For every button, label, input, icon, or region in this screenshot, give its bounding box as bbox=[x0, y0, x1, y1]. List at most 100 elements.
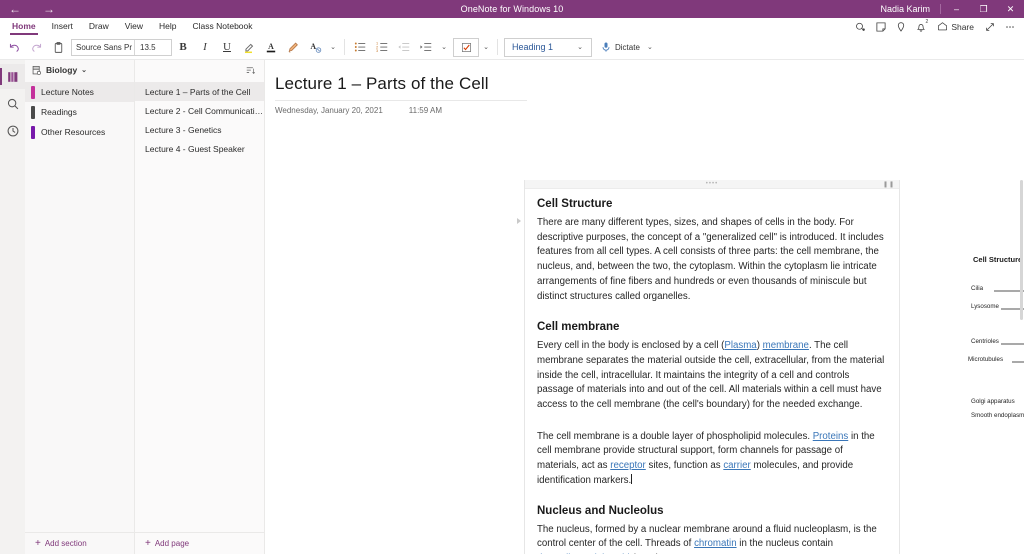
clipboard-icon[interactable] bbox=[47, 36, 69, 58]
decrease-indent-icon[interactable] bbox=[393, 36, 415, 58]
font-name-input[interactable]: Source Sans Pr bbox=[72, 43, 134, 52]
numbered-list-icon[interactable]: 123 bbox=[371, 36, 393, 58]
clear-formatting-icon[interactable]: A bbox=[304, 36, 326, 58]
notifications-bell-icon[interactable]: 2 bbox=[911, 18, 931, 35]
font-color-icon[interactable]: A bbox=[260, 36, 282, 58]
dictate-chevron-down-icon[interactable]: ⌄ bbox=[643, 43, 657, 51]
tab-insert[interactable]: Insert bbox=[44, 18, 81, 35]
sort-icon[interactable] bbox=[245, 65, 256, 76]
notebooks-icon[interactable] bbox=[0, 64, 25, 89]
diagram-label-cilia: Cilia bbox=[971, 285, 984, 292]
undo-icon[interactable] bbox=[3, 36, 25, 58]
title-bar: ← → OneNote for Windows 10 Nadia Karim –… bbox=[0, 0, 1024, 18]
onenote-window: ← → OneNote for Windows 10 Nadia Karim –… bbox=[0, 0, 1024, 554]
search-icon[interactable] bbox=[0, 91, 25, 116]
heading-cell-structure: Cell Structure bbox=[537, 198, 613, 210]
ribbon-divider-1 bbox=[344, 39, 345, 55]
page-item-lecture-4[interactable]: Lecture 4 - Guest Speaker bbox=[135, 139, 264, 158]
back-arrow-icon[interactable]: ← bbox=[4, 1, 26, 17]
dictate-button[interactable]: Dictate ⌄ bbox=[600, 40, 657, 54]
page-canvas[interactable]: Lecture 1 – Parts of the Cell Wednesday,… bbox=[265, 60, 1024, 554]
more-options-icon[interactable] bbox=[1000, 18, 1020, 35]
close-button[interactable]: ✕ bbox=[997, 0, 1024, 18]
format-painter-icon[interactable] bbox=[282, 36, 304, 58]
scrollbar-thumb[interactable] bbox=[1020, 180, 1023, 320]
tags-chevron-down-icon[interactable]: ⌄ bbox=[479, 36, 493, 58]
section-item-other-resources[interactable]: Other Resources bbox=[25, 122, 134, 142]
link-plasma[interactable]: Plasma bbox=[724, 340, 756, 351]
page-date[interactable]: Wednesday, January 20, 2021 bbox=[275, 106, 383, 115]
highlighter-icon[interactable] bbox=[238, 36, 260, 58]
page-label: Lecture 2 - Cell Communicati… bbox=[145, 105, 264, 116]
redo-icon[interactable] bbox=[25, 36, 47, 58]
tab-class-notebook[interactable]: Class Notebook bbox=[185, 18, 261, 35]
minimize-button[interactable]: – bbox=[943, 0, 970, 18]
notebook-name: Biology bbox=[46, 65, 78, 75]
underline-button[interactable]: U bbox=[216, 36, 238, 58]
sticky-note-icon[interactable] bbox=[871, 18, 891, 35]
title-bar-divider bbox=[940, 4, 941, 14]
plus-icon: + bbox=[35, 537, 41, 549]
canvas-scrollbar[interactable] bbox=[1019, 180, 1024, 554]
page-item-lecture-1[interactable]: Lecture 1 – Parts of the Cell bbox=[135, 82, 264, 101]
immersive-reader-icon[interactable] bbox=[851, 18, 871, 35]
maximize-button[interactable]: ❐ bbox=[970, 0, 997, 18]
map-pin-icon[interactable] bbox=[891, 18, 911, 35]
forward-arrow-icon[interactable]: → bbox=[38, 1, 60, 17]
paragraph-more-chevron-down-icon[interactable]: ⌄ bbox=[437, 36, 451, 58]
notebook-header[interactable]: Biology ⌄ bbox=[25, 60, 134, 80]
ribbon-divider-2 bbox=[497, 39, 498, 55]
left-rail bbox=[0, 60, 25, 554]
collapse-arrow-icon[interactable] bbox=[517, 218, 521, 224]
tab-home[interactable]: Home bbox=[4, 18, 44, 35]
section-item-readings[interactable]: Readings bbox=[25, 102, 134, 122]
section-item-lecture-notes[interactable]: Lecture Notes bbox=[25, 82, 134, 102]
link-carrier[interactable]: carrier bbox=[723, 460, 750, 471]
recent-clock-icon[interactable] bbox=[0, 118, 25, 143]
font-size-input[interactable]: 13.5 bbox=[135, 43, 171, 52]
add-section-button[interactable]: + Add section bbox=[25, 532, 134, 554]
cell-structure-diagram[interactable]: Cell Structure Cilia Lysosome Centrioles… bbox=[967, 255, 1024, 430]
page-time[interactable]: 11:59 AM bbox=[409, 106, 442, 115]
tab-view[interactable]: View bbox=[117, 18, 151, 35]
checkbox-icon bbox=[461, 42, 471, 52]
add-section-label: Add section bbox=[44, 539, 87, 548]
tab-help-label: Help bbox=[159, 20, 177, 31]
link-membrane[interactable]: membrane bbox=[763, 340, 809, 351]
share-icon bbox=[938, 22, 948, 31]
link-receptor[interactable]: receptor bbox=[610, 460, 646, 471]
tab-view-label: View bbox=[124, 20, 144, 31]
tab-draw[interactable]: Draw bbox=[81, 18, 117, 35]
font-controls: Source Sans Pr 13.5 bbox=[71, 38, 172, 56]
page-item-lecture-3[interactable]: Lecture 3 - Genetics bbox=[135, 120, 264, 139]
dictate-label: Dictate bbox=[615, 42, 640, 52]
note-body[interactable]: Cell Structure There are many different … bbox=[525, 189, 899, 554]
heading-nucleus-nucleolus: Nucleus and Nucleolus bbox=[537, 504, 664, 517]
increase-indent-icon[interactable] bbox=[415, 36, 437, 58]
bold-button[interactable]: B bbox=[172, 36, 194, 58]
link-proteins[interactable]: Proteins bbox=[813, 431, 849, 442]
page-title[interactable]: Lecture 1 – Parts of the Cell bbox=[275, 74, 527, 101]
ribbon-toolbar: Source Sans Pr 13.5 B I U A A ⌄ 123 ⌄ ⌄ … bbox=[0, 35, 1024, 60]
main-body: Biology ⌄ Lecture Notes Readings Other R… bbox=[0, 60, 1024, 554]
note-resize-grip-icon[interactable]: ❚❚ bbox=[883, 181, 895, 188]
notebook-chevron-down-icon[interactable]: ⌄ bbox=[81, 66, 87, 74]
user-account-name[interactable]: Nadia Karim bbox=[880, 4, 940, 14]
full-screen-icon[interactable] bbox=[980, 18, 1000, 35]
add-page-button[interactable]: + Add page bbox=[135, 532, 264, 554]
font-more-chevron-down-icon[interactable]: ⌄ bbox=[326, 36, 340, 58]
section-label: Other Resources bbox=[41, 127, 106, 137]
note-handle-bar[interactable]: •••• ❚❚ bbox=[525, 180, 899, 189]
tab-draw-label: Draw bbox=[88, 20, 109, 31]
page-item-lecture-2[interactable]: Lecture 2 - Cell Communicati… bbox=[135, 101, 264, 120]
italic-button[interactable]: I bbox=[194, 36, 216, 58]
note-container[interactable]: •••• ❚❚ Cell Structure There are many di… bbox=[517, 180, 900, 554]
style-select[interactable]: Heading 1 ⌄ bbox=[504, 37, 592, 57]
todo-checkbox-button[interactable] bbox=[453, 37, 479, 57]
link-chromatin[interactable]: chromatin bbox=[694, 538, 737, 549]
share-button[interactable]: Share bbox=[931, 18, 980, 35]
tab-help[interactable]: Help bbox=[151, 18, 184, 35]
bullet-list-icon[interactable] bbox=[349, 36, 371, 58]
page-header: Lecture 1 – Parts of the Cell Wednesday,… bbox=[265, 60, 1024, 115]
page-label: Lecture 4 - Guest Speaker bbox=[145, 143, 245, 154]
